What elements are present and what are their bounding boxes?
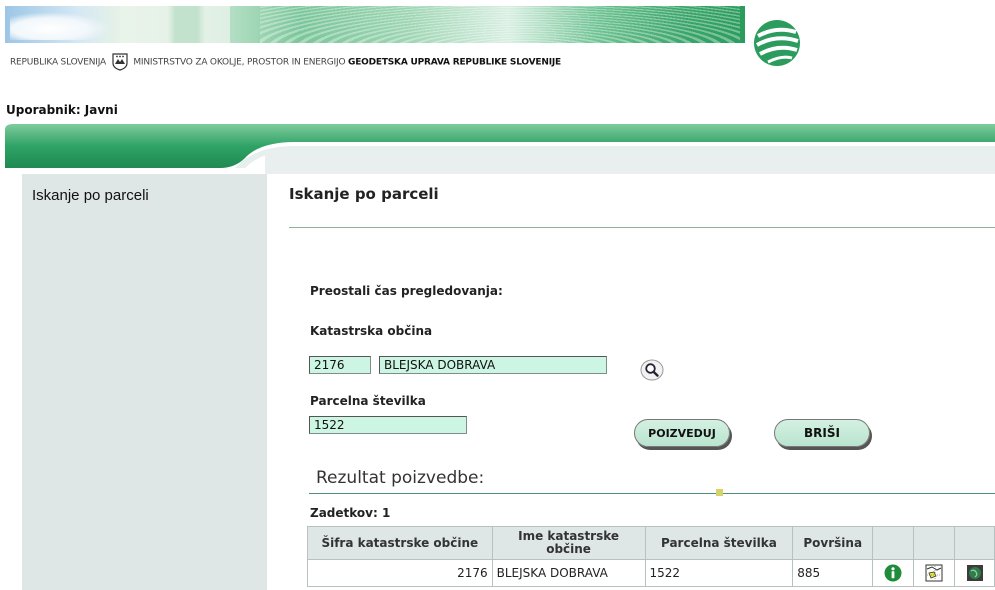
cadastral-code-field[interactable]: 2176 [309, 356, 371, 374]
column-header-parcel: Parcelna številka [644, 526, 794, 560]
info-icon[interactable] [884, 564, 902, 582]
ministry-label: MINISTRSTVO ZA OKOLJE, PROSTOR IN ENERGI… [133, 57, 346, 68]
remaining-time-label: Preostali čas pregledovanja: [310, 284, 503, 298]
column-header-name: Ime katastrske občine [491, 526, 646, 560]
gurs-logo-icon [754, 20, 800, 66]
cadastral-municipality-label: Katastrska občina [310, 324, 433, 338]
column-header-code: Šifra katastrske občine [307, 526, 493, 560]
coat-of-arms-icon [112, 53, 128, 71]
sidebar: Iskanje po parceli [22, 174, 267, 590]
header-green-bar [5, 124, 995, 174]
cell-parcel: 1522 [644, 559, 794, 587]
results-title: Rezultat poizvedbe: [316, 468, 485, 488]
current-user: Uporabnik: Javni [6, 103, 118, 117]
cell-area: 885 [792, 559, 874, 587]
cell-code: 2176 [307, 559, 493, 587]
header-banner: REPUBLIKA SLOVENIJA MINISTRSTVO ZA OKOLJ… [0, 0, 995, 80]
map-icon[interactable] [925, 564, 943, 582]
divider [289, 227, 995, 228]
republic-label: REPUBLIKA SLOVENIJA [10, 57, 106, 68]
banner-caption: REPUBLIKA SLOVENIJA MINISTRSTVO ZA OKOLJ… [10, 53, 561, 71]
parcel-number-field[interactable]: 1522 [309, 416, 467, 434]
parcel-number-label: Parcelna številka [310, 394, 426, 408]
globe-icon[interactable] [966, 564, 984, 582]
results-table: Šifra katastrske občine Ime katastrske o… [307, 526, 995, 587]
page-title: Iskanje po parceli [289, 185, 439, 203]
sidebar-item-parcel-search[interactable]: Iskanje po parceli [32, 187, 149, 204]
results-divider [309, 493, 995, 494]
column-header-area: Površina [792, 526, 874, 560]
table-row: 2176 BLEJSKA DOBRAVA 1522 885 [307, 559, 995, 587]
agency-label: GEODETSKA UPRAVA REPUBLIKE SLOVENIJE [348, 57, 561, 68]
cadastral-name-field[interactable]: BLEJSKA DOBRAVA [379, 356, 607, 374]
results-count: Zadetkov: 1 [310, 506, 391, 520]
clear-button[interactable]: BRIŠI [774, 419, 870, 447]
cell-name: BLEJSKA DOBRAVA [491, 559, 646, 587]
table-header-row: Šifra katastrske občine Ime katastrske o… [307, 526, 995, 560]
query-button[interactable]: POIZVEDUJ [634, 419, 730, 447]
search-icon[interactable] [640, 359, 664, 381]
